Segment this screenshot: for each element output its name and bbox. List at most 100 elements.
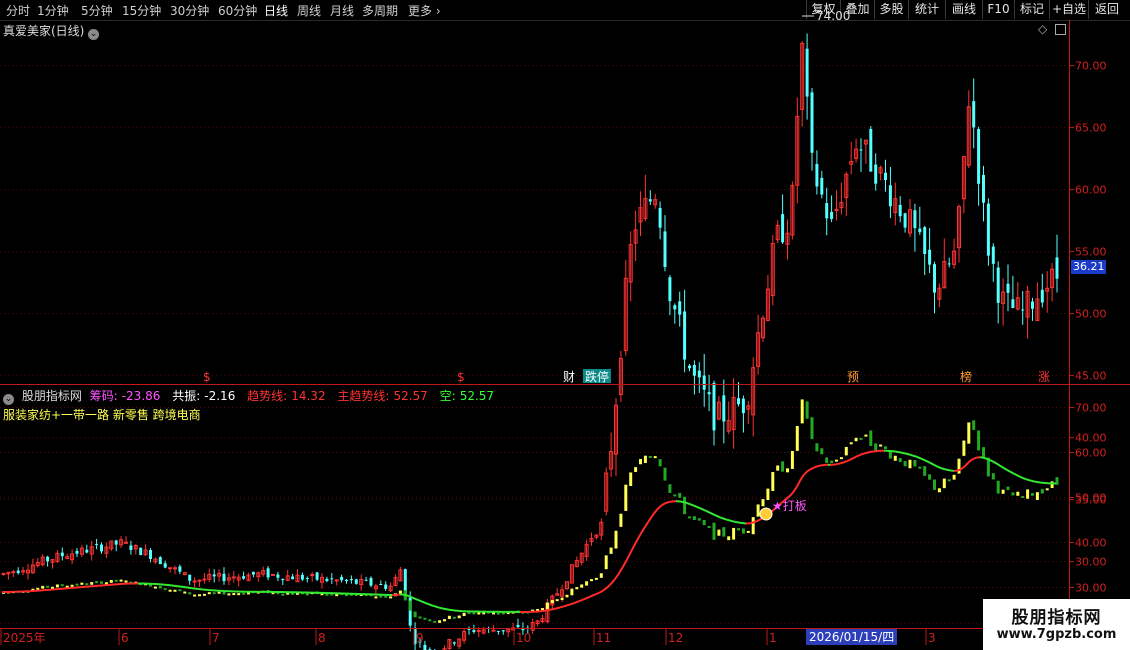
indicator-bar [1001,489,1005,494]
candle-body [913,210,917,229]
diamond-icon[interactable]: ◇ [1038,22,1047,36]
event-marker: 财 [563,370,575,384]
indicator-bar [913,460,917,467]
indicator-bar [658,459,662,467]
candle-body [1021,309,1025,311]
indicator-bar [849,442,853,445]
candle-body [231,576,236,579]
y-tick-label: 70.00 [1075,402,1107,415]
indicator-bar [193,594,197,597]
indicator-bar [918,466,922,469]
indicator-bar [937,488,941,493]
x-tick-label: 6 [121,631,129,645]
indicator-bar [702,519,706,526]
indicator-bar [428,619,432,622]
candle-body [692,364,696,376]
indicator-bar [457,615,461,619]
candle-body [345,579,348,582]
indicator-bar [545,602,549,610]
candle-body [898,204,902,217]
indicator-bar [447,615,451,620]
event-marker: 预 [847,370,859,384]
candle-body [334,579,339,582]
indicator-bar [173,589,177,592]
indicator-bar [781,461,785,472]
x-tick-label: 10 [516,631,531,645]
indicator-bar [732,527,736,540]
indicator-bar [1040,488,1044,494]
candle-body [369,577,373,586]
high-label: 74.00 [816,9,850,23]
indicator-bar [879,444,883,447]
x-tick-label: 2025年 [3,631,46,645]
indicator-bar [168,589,172,592]
candle-body [281,578,285,581]
candle-body [986,203,990,256]
indicator-bar [639,459,642,465]
watermark: 股朋指标网 www.7gpzb.com [983,599,1130,650]
legend-chouma: 筹码: -23.86 [89,389,161,403]
indicator-bar [991,473,995,480]
indicator-bar [790,450,794,469]
x-tick-label: 9 [416,631,424,645]
candle-body [825,203,829,219]
candle-body [928,249,932,265]
y-tick-label: 65.00 [1075,122,1107,135]
candle-body [712,382,716,431]
event-marker: $ [203,370,211,384]
indicator-bar [163,588,167,591]
candle-body [496,630,500,632]
y-tick-label: 30.00 [1075,582,1107,595]
indicator-bar [389,596,393,599]
chevron-down-circle-icon[interactable]: ⌄ [3,394,14,405]
chevron-down-circle-icon[interactable]: ⌄ [88,29,100,40]
daban-annotation: ★打板 [772,499,807,513]
x-tick-label: 8 [318,631,326,645]
indicator-bar [472,612,476,615]
candle-body [688,365,691,369]
candle-body [467,628,471,630]
indicator-bar [859,437,863,440]
indicator-bar [379,595,383,598]
indicator-bar [183,591,187,594]
event-marker: 跌停 [585,369,609,384]
indicator-bar [835,459,838,462]
kline-chart[interactable]: 70.0065.0060.0055.0050.0045.0040.0035.00… [0,0,1130,650]
candle-body [158,557,162,565]
candle-body [884,172,887,181]
legend-main-trend: 主趋势线: 52.57 [337,389,428,403]
indicator-bar [903,461,907,467]
candle-body [702,375,706,390]
candle-body [658,207,662,228]
indicator-bar [114,579,118,582]
candle-body [305,578,309,580]
candle-body [815,164,819,187]
candle-body [781,214,785,243]
indicator-bar [737,528,740,531]
indicator-bar [727,536,731,541]
candle-body [737,398,740,405]
candle-body [197,579,202,582]
event-marker: 榜 [960,369,972,384]
indicator-bar [232,593,236,596]
candle-body [668,277,672,302]
indicator-bar [761,499,765,507]
candle-body [869,128,873,172]
event-marker: 涨 [1038,369,1050,384]
cursor-date-label: 2026/01/15/四 [806,629,898,645]
indicator-bar [188,592,192,595]
indicator-bar [550,600,554,604]
legend-kong: 空: 52.57 [439,389,495,403]
indicator-bar [697,518,701,521]
candle-body [379,584,383,586]
indicator-bar [854,437,858,442]
indicator-bar [830,460,834,464]
indicator-bar [222,591,226,595]
indicator-bar [653,456,657,459]
indicator-bar [996,480,1000,494]
panel-layout-icon[interactable] [1055,24,1066,35]
candle-body [266,568,270,578]
indicator-bar [967,422,971,444]
candle-body [982,174,985,203]
indicator-bar [795,425,799,451]
